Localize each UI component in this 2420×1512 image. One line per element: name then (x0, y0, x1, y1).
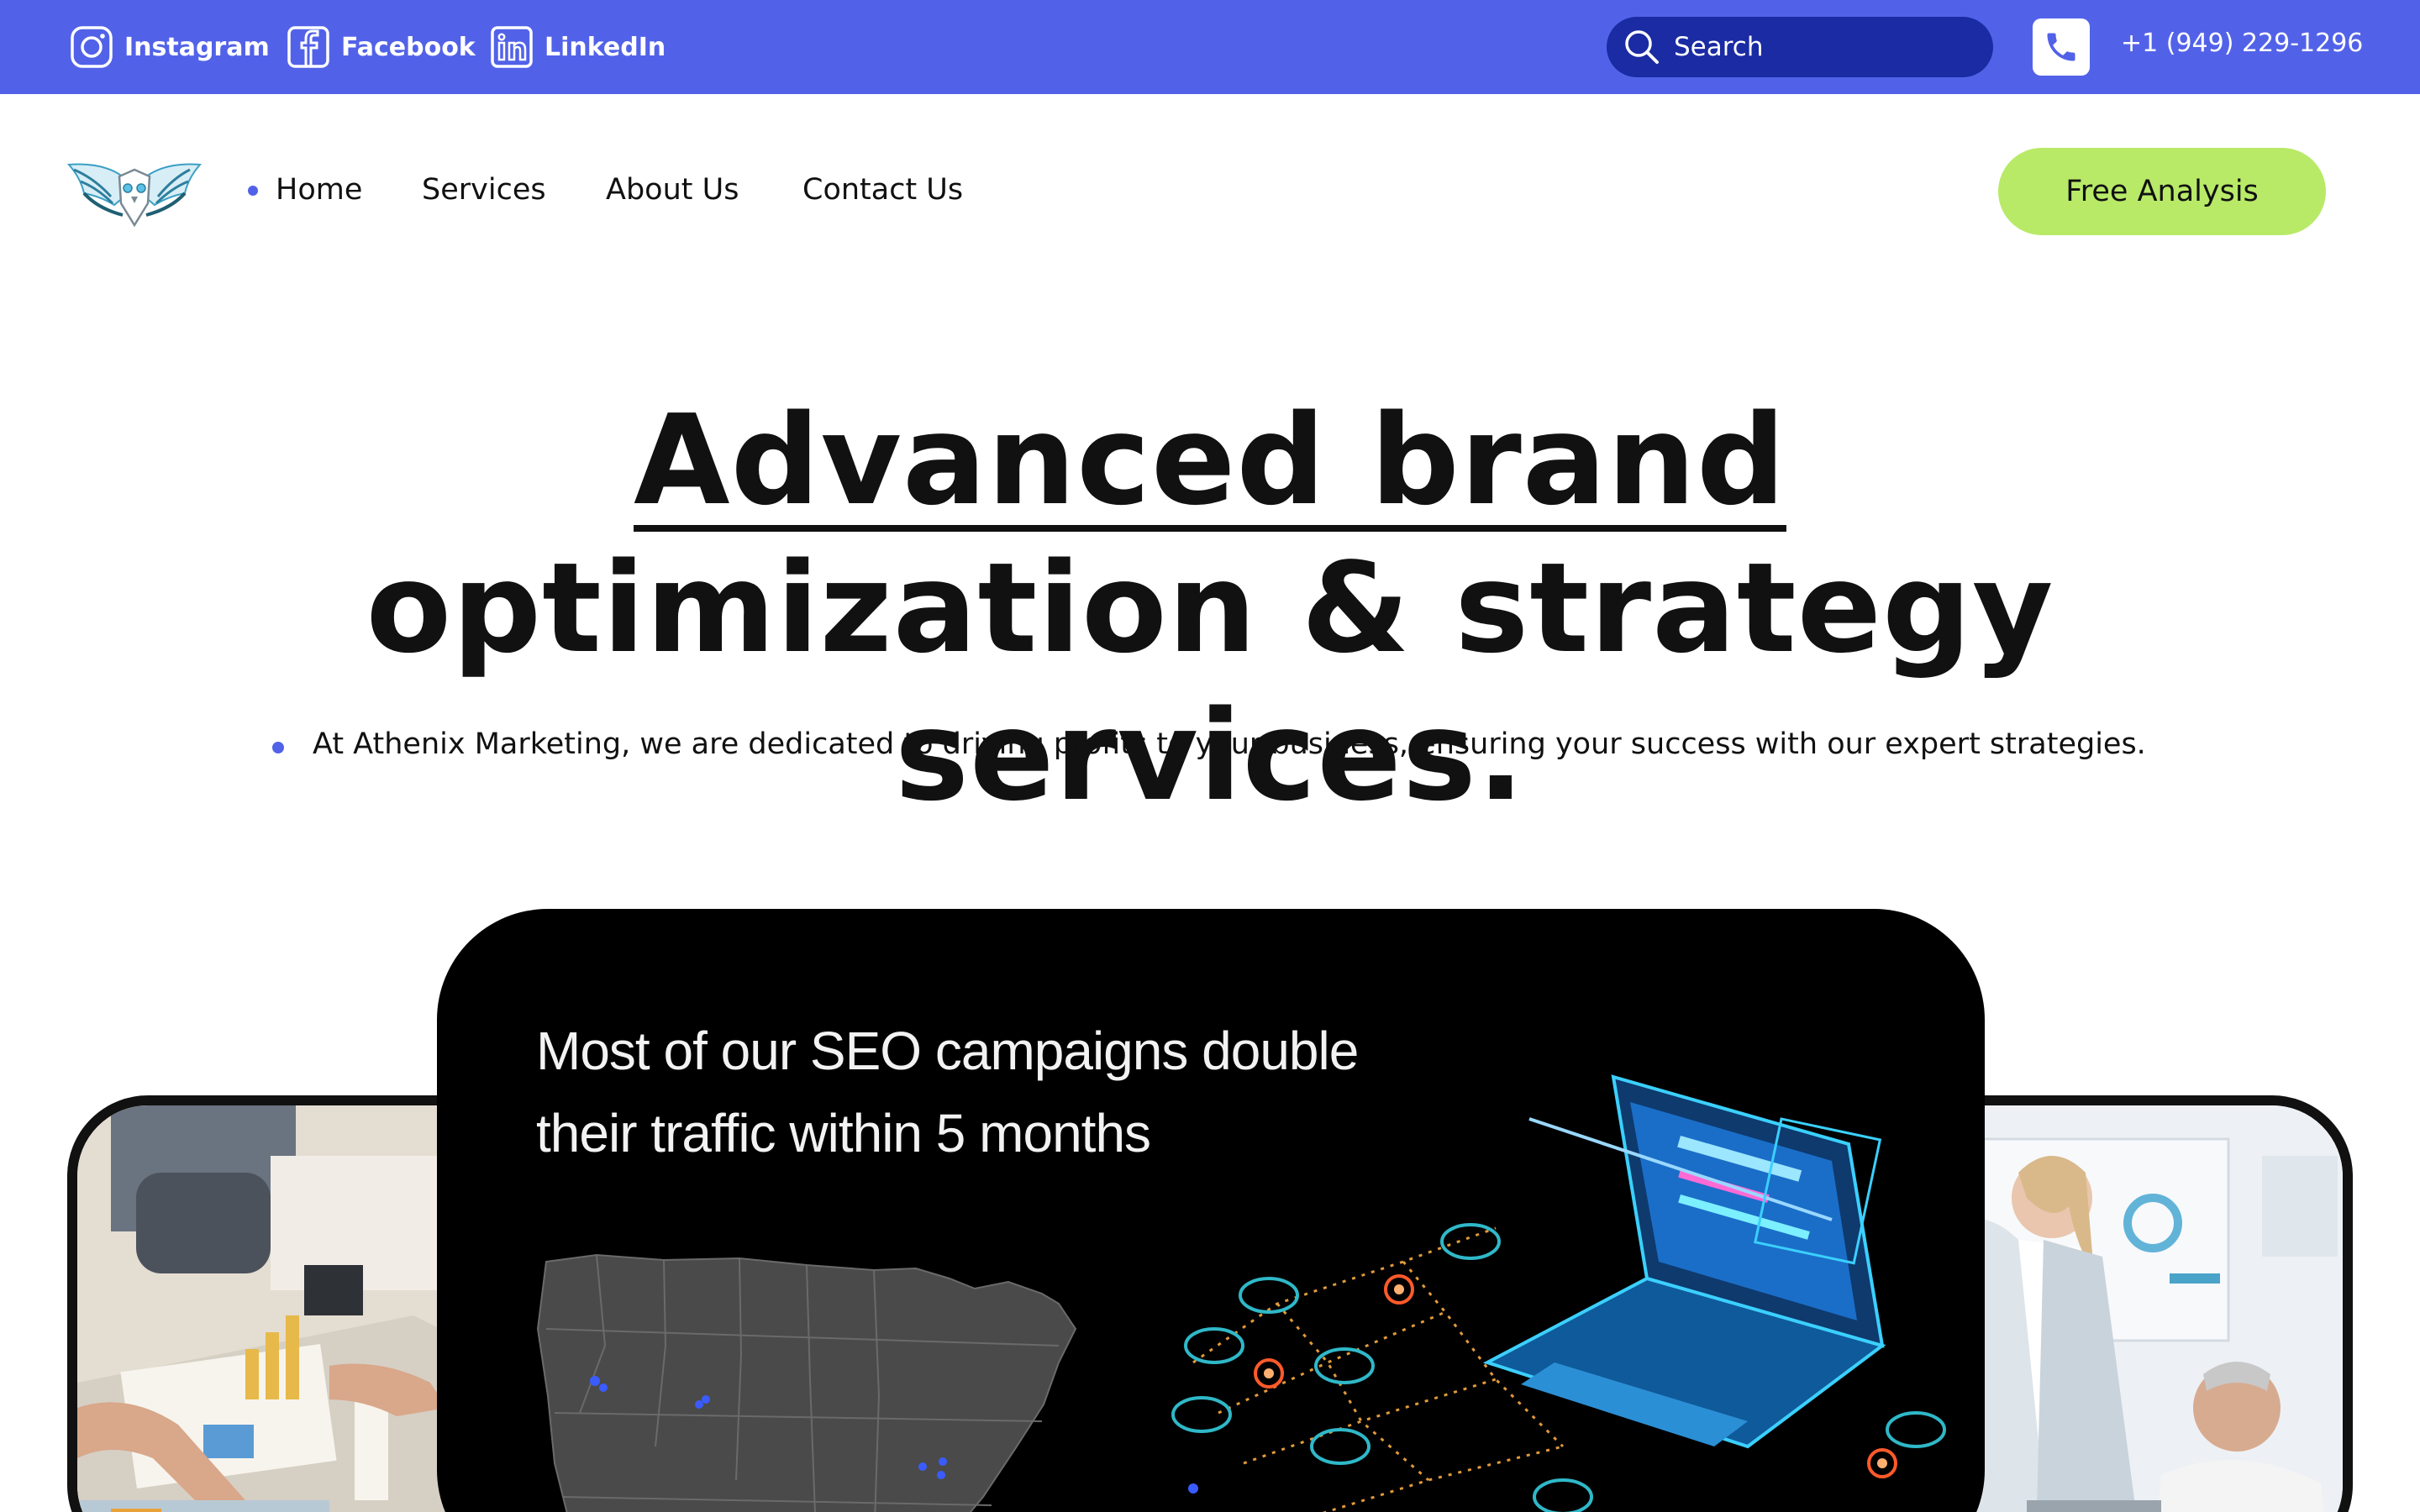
nav-item-contact-us[interactable]: Contact Us (802, 173, 963, 207)
linkedin-icon (491, 26, 533, 68)
instagram-link[interactable]: Instagram (69, 24, 270, 71)
nav-item-services[interactable]: Services (422, 173, 546, 207)
search-icon (1625, 30, 1659, 64)
facebook-link[interactable]: Facebook (286, 24, 476, 71)
nav-item-home[interactable]: Home (276, 173, 362, 207)
seo-promo-card: Most of our SEO campaigns double their t… (437, 909, 1985, 1512)
hero-subtext: At Athenix Marketing, we are dedicated t… (313, 727, 2146, 761)
instagram-label: Instagram (124, 32, 270, 62)
search-bar[interactable] (1607, 17, 1993, 77)
phone-number-link[interactable]: +1 (949) 229-1296 (2121, 29, 2363, 58)
hero-subtext-wrap: At Athenix Marketing, we are dedicated t… (269, 727, 2286, 761)
headline-rest: optimization & strategy services. (366, 536, 2054, 828)
usa-map-laptop-network-graphic (536, 1074, 1946, 1512)
active-indicator-dot (248, 186, 258, 196)
linkedin-label: LinkedIn (544, 32, 666, 62)
nav-item-about-us[interactable]: About Us (606, 173, 739, 207)
phone-icon (2047, 33, 2075, 61)
search-input[interactable] (1674, 32, 1976, 62)
owl-wings-logo[interactable] (64, 144, 205, 234)
promo-line-1: Most of our SEO campaigns double (536, 1021, 1359, 1081)
promo-text: Most of our SEO campaigns double their t… (536, 1010, 1544, 1174)
promo-line-2: their traffic within 5 months (536, 1103, 1151, 1163)
phone-button[interactable] (2033, 18, 2090, 76)
hero-headline: Advanced brand optimization & strategy s… (202, 386, 2218, 830)
linkedin-link[interactable]: LinkedIn (489, 24, 666, 71)
facebook-label: Facebook (341, 32, 476, 62)
facebook-icon (287, 26, 329, 68)
free-analysis-button[interactable]: Free Analysis (1998, 148, 2326, 235)
top-bar: Instagram Facebook LinkedIn +1 (949) 229… (0, 0, 2420, 94)
headline-underlined-part: Advanced brand (634, 388, 1786, 533)
instagram-icon (71, 26, 113, 68)
